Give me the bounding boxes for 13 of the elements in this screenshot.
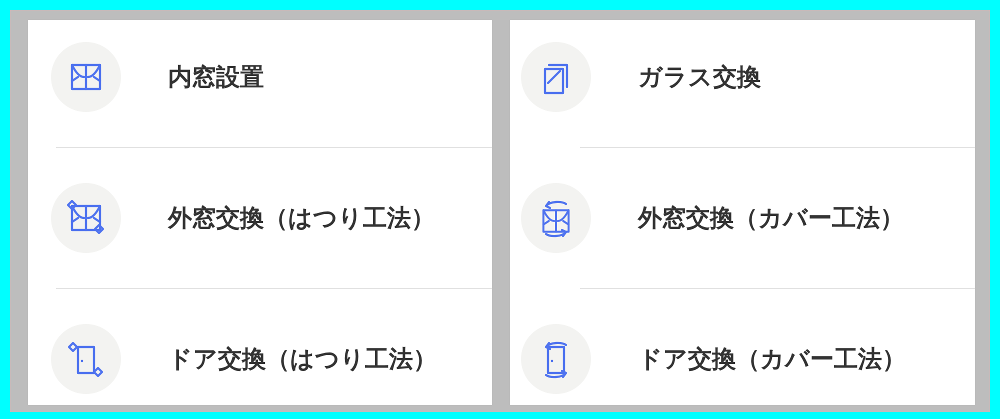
service-item[interactable]: ドア交換（カバー工法） <box>510 324 975 394</box>
service-item[interactable]: 外窓交換（カバー工法） <box>510 183 975 253</box>
service-label: ガラス交換 <box>638 62 761 93</box>
service-item[interactable]: ドア交換（はつり工法） <box>28 324 492 394</box>
service-item[interactable]: 内窓設置 <box>28 42 492 112</box>
door-sparkle-icon <box>66 339 106 379</box>
service-label: 内窓設置 <box>168 62 264 93</box>
service-label: ドア交換（はつり工法） <box>168 344 437 375</box>
service-label: ドア交換（カバー工法） <box>638 344 906 375</box>
service-item[interactable]: 外窓交換（はつり工法） <box>28 183 492 253</box>
service-label: 外窓交換（はつり工法） <box>168 203 435 234</box>
service-label: 外窓交換（カバー工法） <box>638 203 904 234</box>
service-item[interactable]: ガラス交換 <box>510 42 975 112</box>
